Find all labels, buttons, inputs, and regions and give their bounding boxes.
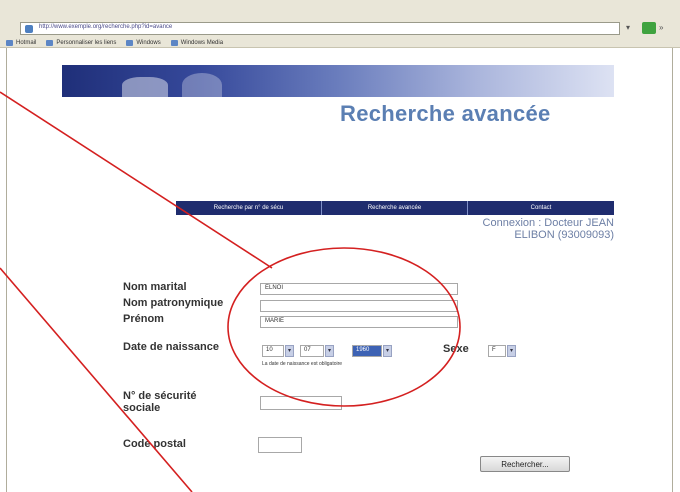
secu-label: N° de sécurité bbox=[123, 390, 197, 402]
link-icon bbox=[170, 40, 178, 46]
connexion-info: Connexion : Docteur JEAN bbox=[482, 217, 614, 229]
page-icon bbox=[25, 25, 33, 33]
nom-marital-label: Nom marital bbox=[123, 281, 187, 293]
banner-decoration bbox=[122, 77, 168, 97]
nom-marital-field[interactable]: ELNOI bbox=[260, 283, 458, 295]
year-select[interactable]: 1960 bbox=[352, 345, 382, 357]
secu-field[interactable] bbox=[260, 396, 342, 410]
nom-patronymique-field[interactable] bbox=[260, 300, 458, 312]
date-hint: La date de naissance est obligatoire bbox=[262, 361, 343, 367]
link-label: Hotmail bbox=[16, 40, 37, 46]
year-dropdown-icon[interactable]: ▾ bbox=[383, 345, 392, 357]
code-postal-field[interactable] bbox=[258, 437, 302, 453]
link-personnaliser[interactable]: Personnaliser les liens bbox=[46, 40, 116, 46]
rechercher-button[interactable]: Rechercher... bbox=[480, 456, 570, 472]
day-select[interactable]: 10 bbox=[262, 345, 284, 357]
go-icon[interactable] bbox=[642, 22, 656, 34]
page-title: Recherche avancée bbox=[340, 101, 551, 126]
go-arrow-icon[interactable]: » bbox=[659, 23, 663, 32]
link-hotmail[interactable]: Hotmail bbox=[6, 40, 36, 46]
prenom-label: Prénom bbox=[123, 313, 164, 325]
date-naissance-label: Date de naissance bbox=[123, 341, 219, 353]
address-dropdown-icon[interactable]: ▾ bbox=[626, 23, 630, 32]
nav-bar: Recherche par n° de sécu Recherche avanc… bbox=[176, 201, 614, 215]
window-frame-left bbox=[6, 48, 7, 492]
nav-item-recherche-secu[interactable]: Recherche par n° de sécu bbox=[176, 201, 322, 215]
link-label: Personnaliser les liens bbox=[56, 40, 117, 46]
address-bar[interactable]: http://www.exemple.org/recherche.php?id=… bbox=[20, 22, 620, 35]
link-windows[interactable]: Windows bbox=[126, 40, 161, 46]
day-dropdown-icon[interactable]: ▾ bbox=[285, 345, 294, 357]
sexe-label: Sexe bbox=[443, 343, 469, 355]
nav-item-recherche-avancee[interactable]: Recherche avancée bbox=[322, 201, 468, 215]
code-postal-label: Code postal bbox=[123, 438, 186, 450]
link-label: Windows bbox=[136, 40, 161, 46]
month-dropdown-icon[interactable]: ▾ bbox=[325, 345, 334, 357]
address-url: http://www.exemple.org/recherche.php?id=… bbox=[39, 24, 173, 30]
nav-item-contact[interactable]: Contact bbox=[468, 201, 614, 215]
connexion-info-id: ELIBON (93009093) bbox=[514, 229, 614, 241]
prenom-field[interactable]: MARIE bbox=[260, 316, 458, 328]
link-icon bbox=[6, 40, 13, 46]
annotation-line bbox=[0, 91, 273, 269]
sexe-select[interactable]: F bbox=[488, 345, 506, 357]
secu-label-line2: sociale bbox=[123, 402, 161, 414]
browser-toolbar: http://www.exemple.org/recherche.php?id=… bbox=[0, 0, 680, 48]
link-icon bbox=[46, 40, 54, 46]
banner-decoration bbox=[182, 73, 222, 97]
link-label: Windows Media bbox=[180, 40, 224, 46]
link-windows-media[interactable]: Windows Media bbox=[170, 40, 224, 46]
window-frame-right bbox=[672, 48, 673, 492]
link-icon bbox=[126, 40, 134, 46]
nom-patronymique-label: Nom patronymique bbox=[123, 297, 224, 309]
links-bar: Hotmail Personnaliser les liens Windows … bbox=[6, 38, 223, 48]
month-select[interactable]: 07 bbox=[300, 345, 324, 357]
sexe-dropdown-icon[interactable]: ▾ bbox=[507, 345, 516, 357]
header-banner bbox=[62, 65, 614, 97]
